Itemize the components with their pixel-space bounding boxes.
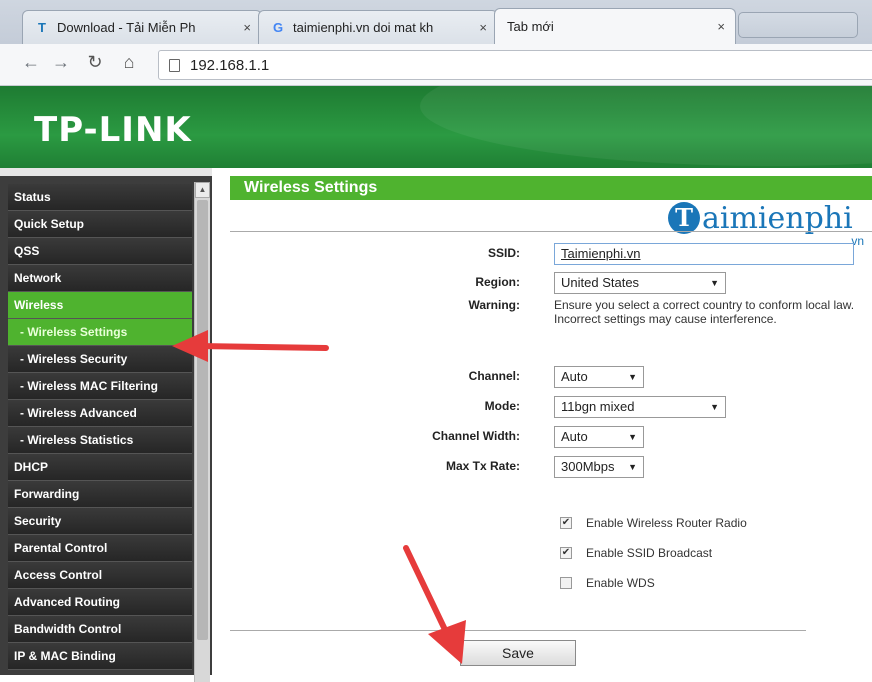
browser-tab-google[interactable]: G taimienphi.vn doi mat kh × (258, 10, 498, 44)
sidebar-scrollbar[interactable]: ▲ (194, 182, 210, 682)
page-title: Wireless Settings (230, 176, 872, 200)
enable-radio-checkbox[interactable]: ✔ Enable Wireless Router Radio (560, 514, 860, 532)
channel-label: Channel: (468, 369, 520, 383)
divider (230, 630, 806, 631)
save-button[interactable]: Save (460, 640, 576, 666)
checkbox-label: Enable Wireless Router Radio (586, 516, 747, 530)
sidebar-item-wireless-settings[interactable]: - Wireless Settings (8, 319, 192, 346)
max-tx-rate-row: Max Tx Rate: 300Mbps ▼ (212, 456, 872, 478)
sidebar-item-status[interactable]: Status (8, 184, 192, 211)
region-label: Region: (475, 275, 520, 289)
channel-select[interactable]: Auto ▼ (554, 366, 644, 388)
channel-row: Channel: Auto ▼ (212, 366, 872, 388)
ssid-input[interactable]: Taimienphi.vn (554, 243, 854, 265)
close-tab-icon[interactable]: × (479, 20, 487, 35)
main-content: Wireless Settings T aimienphi .vn SSID: … (212, 168, 872, 675)
channel-width-row: Channel Width: Auto ▼ (212, 426, 872, 448)
max-tx-rate-label: Max Tx Rate: (445, 459, 520, 473)
sidebar-item-wireless-advanced[interactable]: - Wireless Advanced (8, 400, 192, 427)
max-tx-rate-value: 300Mbps (561, 459, 615, 474)
scrollbar-thumb[interactable] (197, 200, 208, 640)
watermark-logo-icon: T (668, 202, 700, 234)
sidebar-menu: Status Quick Setup QSS Network Wireless … (8, 184, 192, 670)
checkbox-checked-icon[interactable]: ✔ (560, 517, 572, 529)
checkbox-label: Enable SSID Broadcast (586, 546, 713, 560)
warning-row: Warning: Ensure you select a correct cou… (212, 298, 872, 332)
home-icon[interactable]: ⌂ (118, 52, 140, 73)
channel-value: Auto (561, 369, 588, 384)
address-bar[interactable]: 192.168.1.1 (158, 50, 872, 80)
checkbox-checked-icon[interactable]: ✔ (560, 547, 572, 559)
region-select[interactable]: United States ▼ (554, 272, 726, 294)
browser-tab-download[interactable]: T Download - Tải Miễn Ph × (22, 10, 262, 44)
checkbox-unchecked-icon[interactable] (560, 577, 572, 589)
browser-chrome: T Download - Tải Miễn Ph × G taimienphi.… (0, 0, 872, 86)
sidebar: Status Quick Setup QSS Network Wireless … (0, 168, 212, 682)
sidebar-item-wireless[interactable]: Wireless (8, 292, 192, 319)
tab-title: Tab mới (507, 19, 554, 34)
dropdown-arrow-icon: ▼ (710, 402, 719, 412)
page-icon (169, 58, 180, 72)
forward-icon[interactable]: → (50, 52, 72, 73)
sidebar-item-forwarding[interactable]: Forwarding (8, 481, 192, 508)
enable-wds-checkbox[interactable]: Enable WDS (560, 574, 860, 592)
region-value: United States (561, 275, 640, 290)
close-tab-icon[interactable]: × (243, 20, 251, 35)
region-row: Region: United States ▼ (212, 272, 872, 294)
reload-icon[interactable]: ↻ (84, 52, 106, 73)
warning-text: Ensure you select a correct country to c… (554, 298, 855, 326)
divider (230, 231, 872, 232)
router-header-banner: TP-LINK (0, 86, 872, 168)
scroll-up-icon[interactable]: ▲ (195, 182, 210, 198)
channel-width-label: Channel Width: (432, 429, 520, 443)
checkbox-label: Enable WDS (586, 576, 655, 590)
browser-toolbar: ← → ↻ ⌂ 192.168.1.1 (0, 44, 872, 86)
tp-link-logo: TP-LINK (34, 110, 192, 150)
sidebar-item-security[interactable]: Security (8, 508, 192, 535)
mode-row: Mode: 11bgn mixed ▼ (212, 396, 872, 418)
tab-title: Download - Tải Miễn Ph (57, 20, 196, 35)
close-tab-icon[interactable]: × (717, 19, 725, 34)
dropdown-arrow-icon: ▼ (628, 462, 637, 472)
dropdown-arrow-icon: ▼ (710, 278, 719, 288)
browser-tab-new[interactable]: Tab mới × (494, 8, 736, 44)
dropdown-arrow-icon: ▼ (628, 372, 637, 382)
tab-strip: T Download - Tải Miễn Ph × G taimienphi.… (0, 0, 872, 44)
back-icon[interactable]: ← (20, 52, 42, 73)
channel-width-select[interactable]: Auto ▼ (554, 426, 644, 448)
enable-ssid-broadcast-checkbox[interactable]: ✔ Enable SSID Broadcast (560, 544, 860, 562)
sidebar-item-wireless-mac-filtering[interactable]: - Wireless MAC Filtering (8, 373, 192, 400)
mode-value: 11bgn mixed (561, 399, 635, 414)
ssid-label: SSID: (487, 246, 520, 260)
sidebar-item-wireless-statistics[interactable]: - Wireless Statistics (8, 427, 192, 454)
sidebar-item-wireless-security[interactable]: - Wireless Security (8, 346, 192, 373)
taimienphi-favicon-icon: T (38, 20, 46, 35)
dropdown-arrow-icon: ▼ (628, 432, 637, 442)
google-favicon-icon: G (272, 20, 284, 35)
warning-label: Warning: (468, 298, 520, 312)
sidebar-item-network[interactable]: Network (8, 265, 192, 292)
sidebar-item-parental-control[interactable]: Parental Control (8, 535, 192, 562)
sidebar-item-dhcp[interactable]: DHCP (8, 454, 192, 481)
sidebar-item-bandwidth-control[interactable]: Bandwidth Control (8, 616, 192, 643)
sidebar-item-quick-setup[interactable]: Quick Setup (8, 211, 192, 238)
mode-select[interactable]: 11bgn mixed ▼ (554, 396, 726, 418)
max-tx-rate-select[interactable]: 300Mbps ▼ (554, 456, 644, 478)
channel-width-value: Auto (561, 429, 588, 444)
ssid-row: SSID: Taimienphi.vn (212, 243, 872, 265)
new-tab-button[interactable] (738, 12, 858, 38)
sidebar-item-ip-mac-binding[interactable]: IP & MAC Binding (8, 643, 192, 670)
url-text: 192.168.1.1 (190, 56, 270, 74)
sidebar-item-qss[interactable]: QSS (8, 238, 192, 265)
tab-title: taimienphi.vn doi mat kh (293, 20, 434, 35)
sidebar-item-advanced-routing[interactable]: Advanced Routing (8, 589, 192, 616)
mode-label: Mode: (484, 399, 520, 413)
sidebar-item-access-control[interactable]: Access Control (8, 562, 192, 589)
